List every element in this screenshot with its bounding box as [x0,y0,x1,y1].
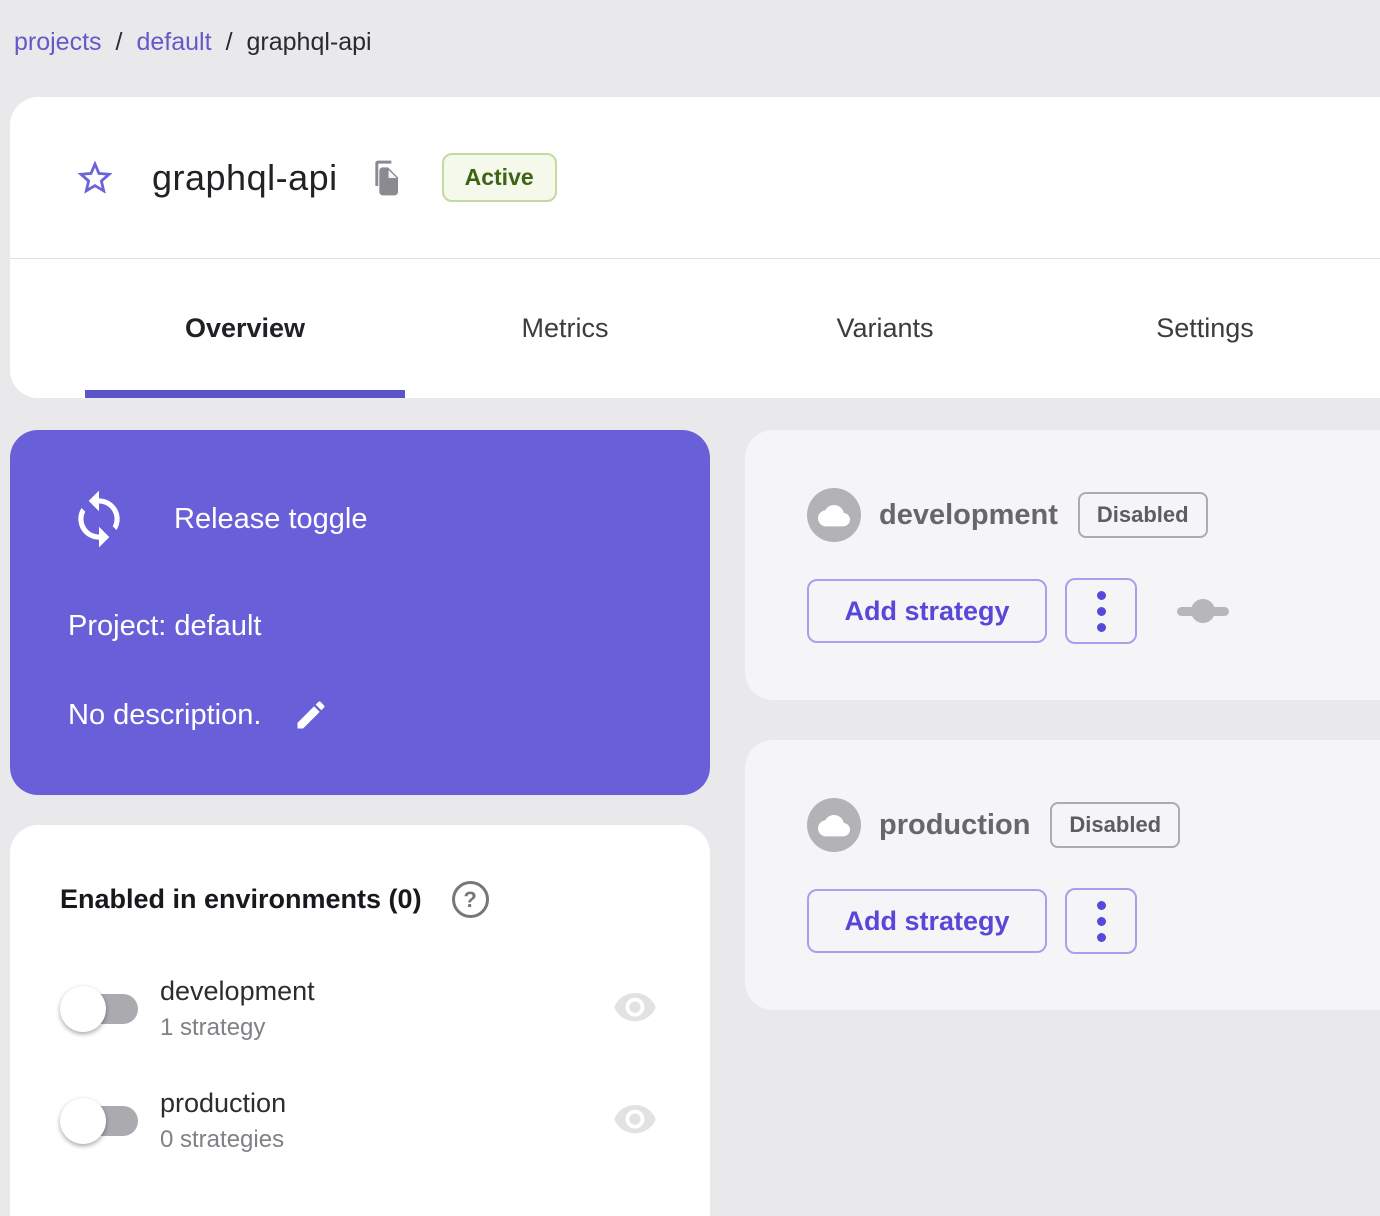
feature-header-card: graphql-api Active Overview Metrics Vari… [10,97,1380,398]
production-environment-card: production Disabled Add strategy [745,740,1380,1010]
environment-name: development [160,976,315,1006]
toggle-type-label: Release toggle [174,502,368,535]
production-toggle[interactable] [60,1097,140,1145]
help-icon[interactable]: ? [451,881,489,918]
tab-overview[interactable]: Overview [85,259,405,398]
favorite-button[interactable] [74,157,116,199]
release-card-header: Release toggle [68,486,670,552]
enabled-environments-header: Enabled in environments (0) ? [60,881,658,918]
eye-icon [614,1104,656,1134]
enabled-environments-panel: Enabled in environments (0) ? developmen… [10,825,710,1216]
breadcrumb-link-projects[interactable]: projects [14,28,102,57]
strategy-slider-icon [1177,599,1229,623]
development-toggle[interactable] [60,985,140,1033]
breadcrumb-separator: / [225,28,233,56]
breadcrumb: projects / default / graphql-api [14,28,372,57]
environment-avatar [807,798,861,852]
edit-description-button[interactable] [293,697,329,733]
copy-name-button[interactable] [370,159,402,197]
environment-status-badge: Disabled [1050,802,1181,848]
breadcrumb-separator: / [115,28,123,56]
environment-status-badge: Disabled [1077,492,1208,538]
feature-header-row: graphql-api Active [10,97,1380,258]
environment-menu-button[interactable] [1065,888,1137,954]
description-row: No description. [68,697,670,733]
cloud-icon [818,815,850,837]
environment-avatar [807,488,861,542]
tab-metrics[interactable]: Metrics [405,259,725,398]
kebab-menu-icon [1096,900,1106,910]
environment-card-name: development [879,498,1058,531]
enabled-environments-title: Enabled in environments (0) [60,884,422,914]
description-text: No description. [68,698,262,731]
development-environment-card: development Disabled Add strategy [745,430,1380,700]
star-outline-icon [77,160,113,194]
tab-variants[interactable]: Variants [725,259,1045,398]
environment-strategy-count: 0 strategies [160,1126,285,1153]
visibility-button[interactable] [612,1104,658,1138]
page-title: graphql-api [152,156,338,198]
release-loop-icon [68,486,130,552]
status-badge: Active [441,153,557,202]
tab-bar: Overview Metrics Variants Settings [10,259,1380,398]
add-strategy-button[interactable]: Add strategy [807,579,1047,643]
release-toggle-card: Release toggle Project: default No descr… [10,430,710,795]
environment-name: production [160,1088,287,1118]
kebab-menu-icon [1096,590,1106,600]
copy-icon [374,160,398,195]
project-label: Project: default [68,610,262,642]
visibility-button[interactable] [612,992,658,1026]
environment-strategy-count: 1 strategy [160,1014,266,1041]
active-tab-indicator [85,390,405,398]
eye-icon [614,992,656,1022]
breadcrumb-current: graphql-api [246,28,372,56]
pencil-icon [297,701,325,729]
breadcrumb-link-default[interactable]: default [137,28,212,57]
environment-menu-button[interactable] [1065,578,1137,644]
add-strategy-button[interactable]: Add strategy [807,889,1047,953]
cloud-icon [818,505,850,527]
environment-row-production: production 0 strategies [60,1088,658,1154]
environment-card-name: production [879,808,1031,841]
tab-settings[interactable]: Settings [1045,259,1365,398]
environment-row-development: development 1 strategy [60,976,658,1042]
